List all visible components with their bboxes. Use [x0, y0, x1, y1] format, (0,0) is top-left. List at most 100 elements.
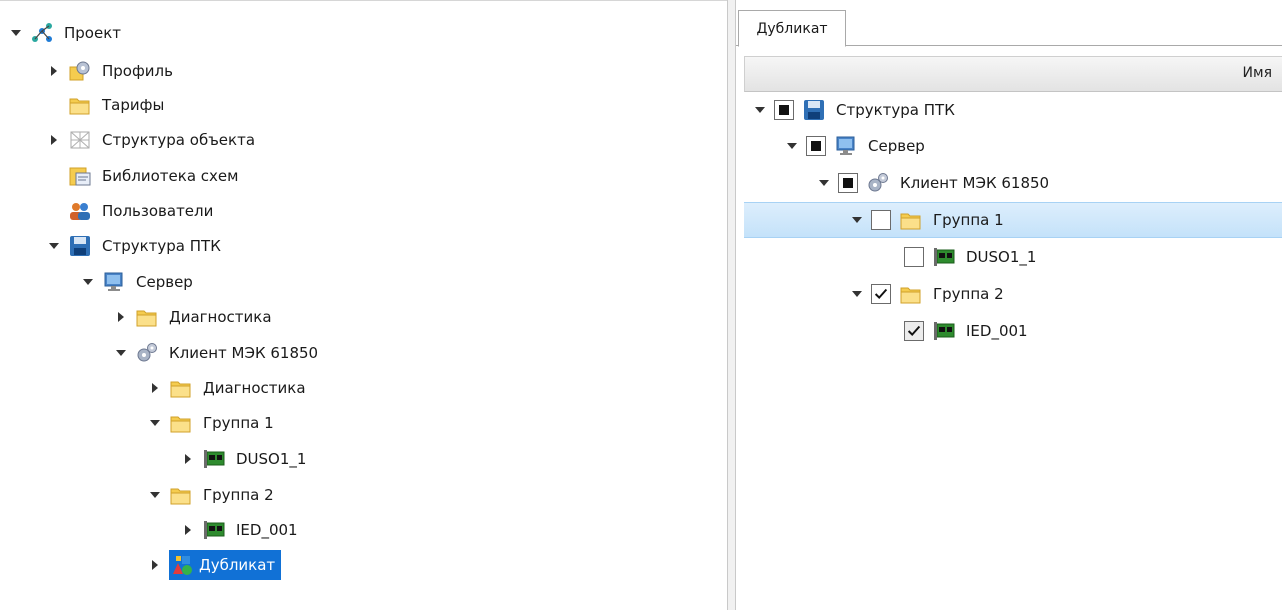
board-icon [202, 519, 226, 541]
collapse-arrow-icon[interactable] [46, 231, 62, 261]
pane-splitter[interactable] [727, 0, 736, 610]
tree-label-group1: Группа 1 [203, 414, 274, 432]
collapse-arrow-icon[interactable] [147, 408, 163, 438]
tree-node-project[interactable]: Проект [8, 18, 125, 48]
tree-label-ptk-structure: Структура ПТК [102, 237, 221, 255]
tree-node-diagnostics-client[interactable]: Диагностика [147, 373, 310, 403]
dup-label-ied: IED_001 [966, 322, 1028, 340]
dup-node-server[interactable]: Сервер [784, 131, 929, 161]
partial-checkbox[interactable] [838, 173, 858, 193]
tree-node-iec-client[interactable]: Клиент МЭК 61850 [113, 338, 322, 368]
unchecked-checkbox[interactable] [904, 247, 924, 267]
dup-label-duso: DUSO1_1 [966, 248, 1037, 266]
folder-icon [169, 377, 193, 399]
expand-arrow-icon[interactable] [46, 125, 62, 155]
expand-arrow-icon[interactable] [180, 444, 196, 474]
collapse-arrow-icon[interactable] [849, 205, 865, 235]
library-icon [68, 165, 92, 187]
collapse-arrow-icon[interactable] [113, 338, 129, 368]
tree-node-duso[interactable]: DUSO1_1 [180, 444, 310, 474]
tree-node-group2[interactable]: Группа 2 [147, 480, 278, 510]
project-icon [30, 22, 54, 44]
dup-node-iec-client[interactable]: Клиент МЭК 61850 [816, 168, 1053, 198]
expand-arrow-icon[interactable] [113, 302, 129, 332]
tree-label-duplicate: Дубликат [199, 556, 276, 574]
dup-label-group2: Группа 2 [933, 285, 1004, 303]
duplicate-icon [171, 554, 195, 576]
expand-arrow-icon[interactable] [180, 515, 196, 545]
tree-node-tariffs[interactable]: Тарифы [46, 90, 168, 120]
tree-node-ptk-structure[interactable]: Структура ПТК [46, 231, 225, 261]
tree-label-group2: Группа 2 [203, 486, 274, 504]
gears-icon [866, 172, 890, 194]
dup-label-group1: Группа 1 [933, 211, 1004, 229]
monitor-icon [834, 135, 858, 157]
collapse-arrow-icon[interactable] [784, 131, 800, 161]
collapse-arrow-icon[interactable] [849, 279, 865, 309]
tree-node-server[interactable]: Сервер [80, 267, 197, 297]
dup-node-ptk-structure[interactable]: Структура ПТК [752, 95, 959, 125]
board-icon [932, 320, 956, 342]
tree-node-duplicate[interactable]: Дубликат [147, 550, 282, 580]
checked-checkbox[interactable] [871, 284, 891, 304]
column-header-name[interactable]: Имя [744, 56, 1282, 92]
checked-checkbox[interactable] [904, 321, 924, 341]
structure-icon [68, 129, 92, 151]
column-header-label: Имя [1242, 65, 1272, 81]
tree-label-users: Пользователи [102, 202, 214, 220]
project-tree-pane: Проект Профиль Тарифы Структура объекта … [0, 0, 727, 610]
tab-duplicate[interactable]: Дубликат [738, 10, 846, 47]
tree-label-project: Проект [64, 24, 122, 42]
floppy-icon [802, 99, 826, 121]
tree-node-users[interactable]: Пользователи [46, 196, 217, 226]
tree-label-iec-client: Клиент МЭК 61850 [169, 344, 319, 362]
tree-node-object-structure[interactable]: Структура объекта [46, 125, 259, 155]
tree-node-scheme-library[interactable]: Библиотека схем [46, 161, 242, 191]
profile-icon [68, 60, 92, 82]
collapse-arrow-icon[interactable] [816, 168, 832, 198]
highlighted-row [744, 202, 1282, 238]
users-icon [68, 200, 92, 222]
floppy-icon [68, 235, 92, 257]
collapse-arrow-icon[interactable] [8, 18, 24, 48]
tree-label-object-structure: Структура объекта [102, 131, 256, 149]
expand-arrow-icon[interactable] [147, 373, 163, 403]
expand-arrow-icon[interactable] [46, 56, 62, 86]
tree-node-profile[interactable]: Профиль [46, 56, 177, 86]
collapse-arrow-icon[interactable] [147, 480, 163, 510]
dup-label-server: Сервер [868, 137, 925, 155]
tree-label-diagnostics: Диагностика [203, 379, 306, 397]
folder-icon [899, 283, 923, 305]
tree-label-server: Сервер [136, 273, 193, 291]
board-icon [202, 448, 226, 470]
tree-label-scheme-library: Библиотека схем [102, 167, 239, 185]
unchecked-checkbox[interactable] [871, 210, 891, 230]
tab-strip: Дубликат [736, 10, 1282, 47]
tree-label-diagnostics: Диагностика [169, 308, 272, 326]
board-icon [932, 246, 956, 268]
dup-node-group2[interactable]: Группа 2 [849, 279, 1008, 309]
tree-label-duso: DUSO1_1 [236, 450, 307, 468]
tree-node-group1[interactable]: Группа 1 [147, 408, 278, 438]
dup-node-duso[interactable]: DUSO1_1 [882, 242, 1040, 272]
duplicate-panel: Дубликат Имя Структура ПТК Сервер Клиент… [736, 0, 1282, 610]
dup-label-ptk-structure: Структура ПТК [836, 101, 955, 119]
dup-node-group1[interactable]: Группа 1 [849, 205, 1008, 235]
partial-checkbox[interactable] [774, 100, 794, 120]
folder-icon [68, 94, 92, 116]
expand-arrow-icon[interactable] [147, 550, 163, 580]
collapse-arrow-icon[interactable] [752, 95, 768, 125]
collapse-arrow-icon[interactable] [80, 267, 96, 297]
dup-label-iec-client: Клиент МЭК 61850 [900, 174, 1050, 192]
tree-selected-duplicate[interactable]: Дубликат [169, 550, 282, 580]
tree-node-diagnostics-server[interactable]: Диагностика [113, 302, 276, 332]
folder-icon [899, 209, 923, 231]
tree-node-ied[interactable]: IED_001 [180, 515, 302, 545]
partial-checkbox[interactable] [806, 136, 826, 156]
dup-node-ied[interactable]: IED_001 [882, 316, 1032, 346]
folder-icon [169, 484, 193, 506]
folder-icon [135, 306, 159, 328]
tree-label-ied: IED_001 [236, 521, 298, 539]
monitor-icon [102, 271, 126, 293]
tree-label-tariffs: Тарифы [102, 96, 165, 114]
